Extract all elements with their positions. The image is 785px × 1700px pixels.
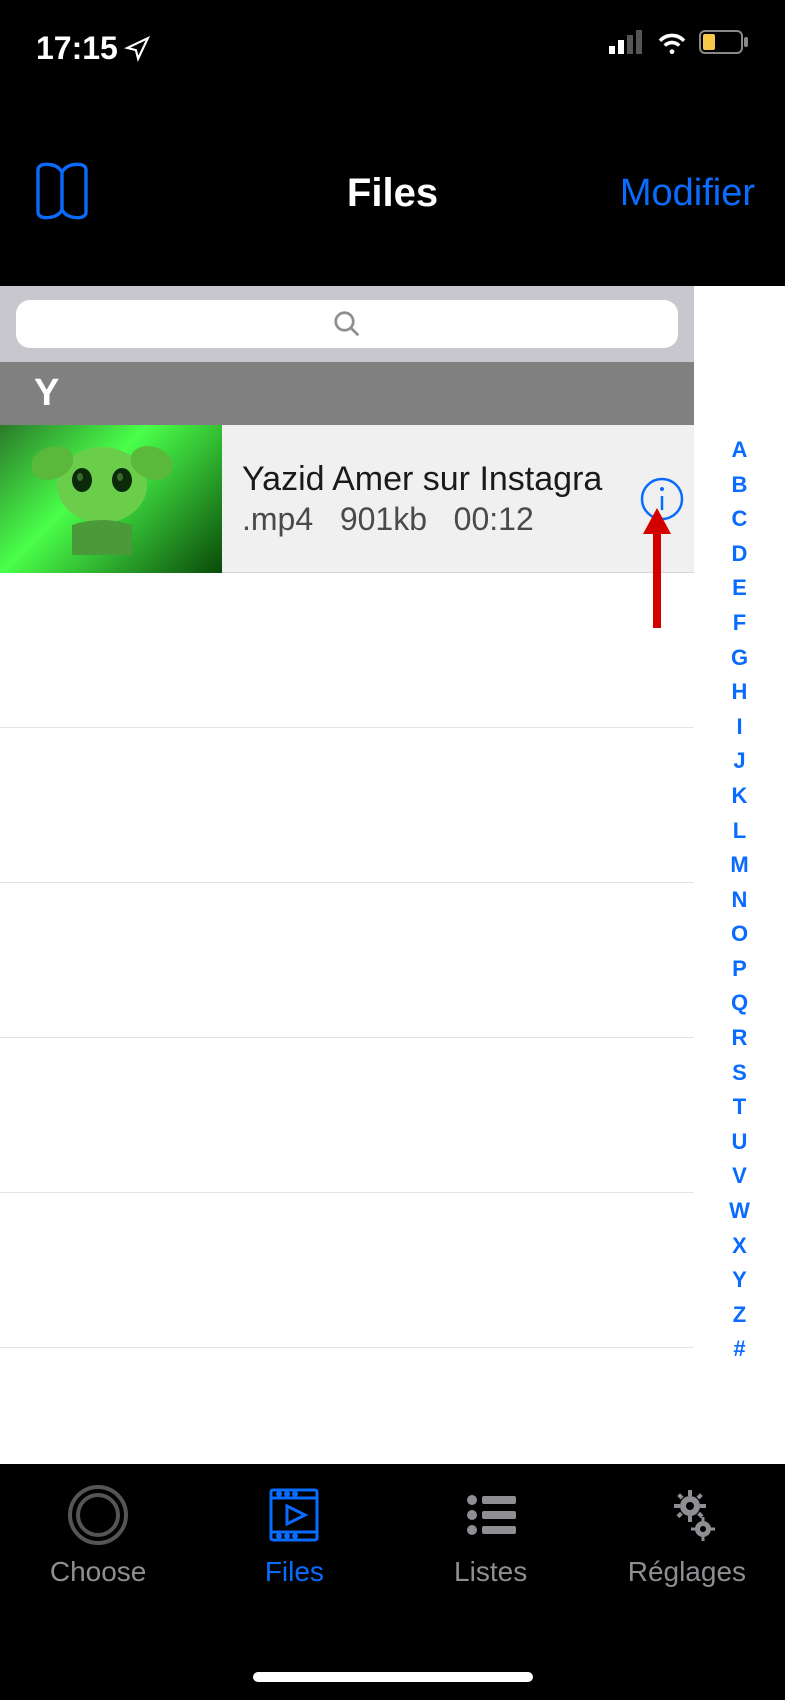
wifi-icon xyxy=(655,30,689,54)
alpha-index[interactable]: ABCDEFGHIJKLMNOPQRSTUVWXYZ # xyxy=(694,286,785,1464)
alpha-index-item[interactable]: V xyxy=(732,1162,747,1191)
empty-rows xyxy=(0,573,694,1348)
empty-row xyxy=(0,573,694,728)
tab-files[interactable]: Files xyxy=(204,1484,384,1588)
tab-reglages[interactable]: Réglages xyxy=(597,1484,777,1588)
alpha-index-item[interactable]: F xyxy=(733,609,746,638)
file-duration: 00:12 xyxy=(454,501,534,537)
file-meta: .mp4 901kb 00:12 xyxy=(242,501,694,538)
alpha-index-item[interactable]: # xyxy=(733,1335,745,1364)
search-container xyxy=(0,286,694,362)
file-text: Yazid Amer sur Instagra .mp4 901kb 00:12 xyxy=(222,460,694,538)
location-icon xyxy=(124,36,150,62)
file-title: Yazid Amer sur Instagra xyxy=(242,460,694,499)
content-scroll[interactable]: Y Yazid Amer sur Instagra xyxy=(0,286,694,1464)
alpha-index-item[interactable]: M xyxy=(730,851,748,880)
file-thumbnail xyxy=(0,425,222,573)
alpha-index-item[interactable]: Z xyxy=(733,1301,746,1330)
alpha-index-item[interactable]: E xyxy=(732,574,747,603)
book-icon xyxy=(30,159,94,223)
tab-bar: Choose Files Listes Réglages xyxy=(0,1464,785,1700)
alpha-index-item[interactable]: X xyxy=(732,1232,747,1261)
alpha-index-item[interactable]: R xyxy=(732,1024,748,1053)
tab-listes[interactable]: Listes xyxy=(401,1484,581,1588)
empty-row xyxy=(0,1038,694,1193)
search-input[interactable] xyxy=(16,300,678,348)
alpha-index-item[interactable]: T xyxy=(733,1093,746,1122)
info-button[interactable] xyxy=(640,477,684,521)
home-indicator[interactable] xyxy=(253,1672,533,1682)
empty-row xyxy=(0,1193,694,1348)
empty-row xyxy=(0,728,694,883)
page-title: Files xyxy=(347,171,438,216)
bookmarks-button[interactable] xyxy=(30,159,94,228)
status-icons xyxy=(609,30,749,54)
file-row[interactable]: Yazid Amer sur Instagra .mp4 901kb 00:12 xyxy=(0,425,694,573)
alpha-index-item[interactable]: D xyxy=(732,540,748,569)
battery-icon xyxy=(699,30,749,54)
alpha-index-item[interactable]: H xyxy=(732,678,748,707)
alpha-index-item[interactable]: G xyxy=(731,644,748,673)
list-icon xyxy=(460,1484,522,1546)
cellular-icon xyxy=(609,30,645,54)
alpha-index-item[interactable]: Y xyxy=(732,1266,747,1295)
files-icon xyxy=(263,1484,325,1546)
tab-label: Choose xyxy=(50,1556,147,1588)
alpha-index-item[interactable]: U xyxy=(732,1128,748,1157)
navigation-bar: Files Modifier xyxy=(0,100,785,286)
tab-choose[interactable]: Choose xyxy=(8,1484,188,1588)
alpha-index-item[interactable]: A xyxy=(732,436,748,465)
tab-label: Files xyxy=(265,1556,324,1588)
alpha-index-item[interactable]: K xyxy=(732,782,748,811)
alpha-index-item[interactable]: Q xyxy=(731,989,748,1018)
alpha-index-item[interactable]: L xyxy=(733,817,746,846)
alpha-index-item[interactable]: B xyxy=(732,471,748,500)
status-time-group: 17:15 xyxy=(36,30,150,67)
alpha-index-item[interactable]: W xyxy=(729,1197,750,1226)
alpha-index-item[interactable]: P xyxy=(732,955,747,984)
file-ext: .mp4 xyxy=(242,501,313,537)
alpha-index-item[interactable]: N xyxy=(732,886,748,915)
alpha-index-item[interactable]: S xyxy=(732,1059,747,1088)
alpha-index-item[interactable]: C xyxy=(732,505,748,534)
section-header: Y xyxy=(0,362,694,425)
file-list-area: Y Yazid Amer sur Instagra xyxy=(0,286,694,1464)
edit-button[interactable]: Modifier xyxy=(620,172,755,215)
status-time: 17:15 xyxy=(36,30,118,67)
choose-icon xyxy=(67,1484,129,1546)
alpha-index-item[interactable]: O xyxy=(731,920,748,949)
settings-icon xyxy=(654,1484,720,1546)
file-size: 901kb xyxy=(340,501,427,537)
info-icon xyxy=(640,477,684,521)
alpha-index-item[interactable]: J xyxy=(733,747,745,776)
status-bar: 17:15 xyxy=(0,0,785,100)
tab-label: Réglages xyxy=(628,1556,746,1588)
tab-label: Listes xyxy=(454,1556,527,1588)
search-icon xyxy=(332,309,362,339)
alpha-index-item[interactable]: I xyxy=(736,713,742,742)
empty-row xyxy=(0,883,694,1038)
